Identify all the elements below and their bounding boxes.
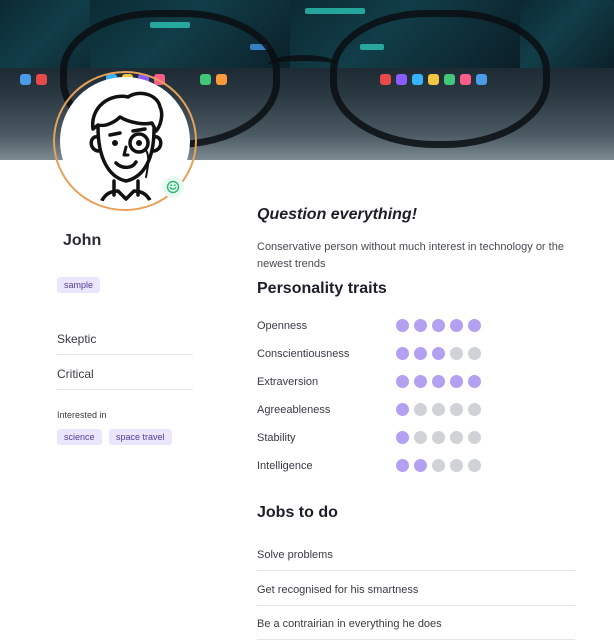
persona-description: Conservative person without much interes… (257, 241, 564, 270)
rating-dot (414, 375, 427, 388)
interest-tag[interactable]: science (57, 429, 102, 445)
trait-rating-agreeableness (396, 403, 481, 416)
rating-dot (396, 347, 409, 360)
traits-title: Personality traits (257, 280, 387, 297)
trait-label-conscientiousness: Conscientiousness (257, 348, 350, 360)
trait-rating-intelligence (396, 459, 481, 472)
jobs-title: Jobs to do (257, 504, 338, 521)
trait-label-intelligence: Intelligence (257, 460, 313, 472)
persona-name: John (63, 232, 102, 249)
rating-dot (396, 375, 409, 388)
rating-dot (450, 375, 463, 388)
rating-dot (396, 459, 409, 472)
rating-dot (396, 431, 409, 444)
interest-tag[interactable]: space travel (109, 429, 172, 445)
trait-label-agreeableness: Agreeableness (257, 404, 331, 416)
rating-dot (414, 459, 427, 472)
smile-icon (166, 180, 180, 194)
rating-dot (450, 347, 463, 360)
rating-dot (414, 347, 427, 360)
trait-rating-conscientiousness (396, 347, 481, 360)
rating-dot (450, 319, 463, 332)
job-item: Get recognised for his smartness (257, 584, 575, 606)
trait-label-openness: Openness (257, 320, 308, 332)
rating-dot (468, 459, 481, 472)
rating-dot (432, 319, 445, 332)
rating-dot (396, 319, 409, 332)
rating-dot (432, 431, 445, 444)
trait-rating-openness (396, 319, 481, 332)
rating-dot (468, 403, 481, 416)
trait-rating-stability (396, 431, 481, 444)
rating-dot (432, 375, 445, 388)
rating-dot (396, 403, 409, 416)
rating-dot (432, 403, 445, 416)
attribute-item: Skeptic (57, 332, 193, 355)
rating-dot (450, 403, 463, 416)
rating-dot (414, 431, 427, 444)
attribute-item: Critical (57, 367, 193, 390)
rating-dot (432, 459, 445, 472)
rating-dot (432, 347, 445, 360)
trait-rating-extraversion (396, 375, 481, 388)
trait-label-extraversion: Extraversion (257, 376, 319, 388)
rating-dot (468, 431, 481, 444)
rating-dot (450, 459, 463, 472)
rating-dot (414, 403, 427, 416)
persona-tag[interactable]: sample (57, 277, 101, 293)
rating-dot (468, 375, 481, 388)
interests-label: Interested in (57, 410, 107, 420)
rating-dot (468, 347, 481, 360)
job-item: Solve problems (257, 549, 575, 571)
job-item: Be a contrairian in everything he does (257, 618, 575, 640)
rating-dot (414, 319, 427, 332)
trait-label-stability: Stability (257, 432, 296, 444)
rating-dot (450, 431, 463, 444)
persona-quote: Question everything! (257, 206, 418, 223)
rating-dot (468, 319, 481, 332)
mood-badge (162, 176, 184, 198)
